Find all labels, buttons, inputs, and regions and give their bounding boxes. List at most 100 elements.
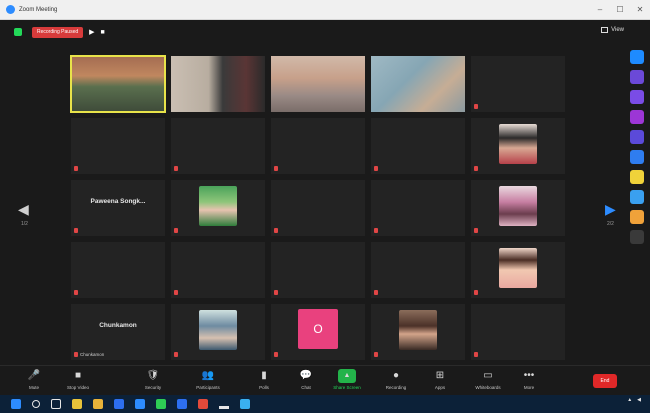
windows-start-icon[interactable]: [11, 399, 21, 409]
participant-tile[interactable]: [70, 55, 166, 113]
file-explorer-icon[interactable]: [93, 399, 103, 409]
muted-mic-icon: [274, 228, 278, 233]
participant-display-name: Paweena Songk...: [90, 198, 146, 205]
participant-caption: [374, 352, 462, 357]
participant-tile[interactable]: [170, 241, 266, 299]
participant-video: [171, 56, 265, 112]
chrome-icon[interactable]: [72, 399, 82, 409]
participant-tile[interactable]: [170, 55, 266, 113]
previous-page-number: 1/2: [21, 221, 28, 227]
window-controls: – ☐ ✕: [594, 4, 646, 15]
participant-tile[interactable]: [70, 117, 166, 175]
participant-tile[interactable]: [70, 241, 166, 299]
participant-tile[interactable]: [170, 179, 266, 237]
search-icon[interactable]: [32, 400, 40, 408]
app-icon-blue[interactable]: [630, 150, 644, 164]
participant-grid: Paweena Songk... Chunkamon Chunkamon O: [70, 55, 567, 361]
participant-tile[interactable]: [270, 241, 366, 299]
previous-page-arrow-icon[interactable]: ◀: [18, 201, 29, 218]
muted-mic-icon: [374, 352, 378, 357]
participant-tile[interactable]: [370, 55, 466, 113]
polls-button[interactable]: ▮ Polls: [242, 369, 286, 390]
app-icon-indigo[interactable]: [630, 130, 644, 144]
participant-tile[interactable]: [370, 241, 466, 299]
store-icon[interactable]: [114, 399, 124, 409]
stop-recording-icon[interactable]: ■: [101, 29, 105, 36]
participant-tile[interactable]: [170, 303, 266, 361]
participant-caption: [174, 166, 262, 171]
app-icon-sky[interactable]: [630, 190, 644, 204]
encryption-shield-icon[interactable]: [14, 28, 22, 36]
teams-icon[interactable]: [240, 399, 250, 409]
muted-mic-icon: [174, 290, 178, 295]
participant-tile[interactable]: O: [270, 303, 366, 361]
end-meeting-button[interactable]: End: [593, 374, 617, 388]
app-taskbar-icon[interactable]: [219, 399, 229, 409]
participant-tile[interactable]: [270, 117, 366, 175]
maximize-button[interactable]: ☐: [614, 4, 626, 15]
volume-icon[interactable]: ◀: [637, 397, 641, 403]
app-icon-purple[interactable]: [630, 70, 644, 84]
participants-button[interactable]: 👥 Participants: [186, 369, 230, 390]
mute-button[interactable]: 🎤 Mute: [12, 369, 56, 390]
whiteboards-icon: ▭: [483, 370, 493, 381]
participant-tile[interactable]: [370, 303, 466, 361]
zoom-apps-icon[interactable]: [630, 50, 644, 64]
participant-tile[interactable]: [270, 55, 366, 113]
muted-mic-icon: [474, 290, 478, 295]
task-view-icon[interactable]: [51, 399, 61, 409]
stop-video-button[interactable]: ■ Stop Video: [56, 369, 100, 390]
muted-mic-icon: [474, 104, 478, 109]
polls-button-label: Polls: [259, 385, 269, 390]
participant-caption: [274, 352, 362, 357]
app-icon-magenta[interactable]: [630, 110, 644, 124]
next-page-number: 2/2: [607, 221, 614, 227]
add-app-icon[interactable]: [630, 230, 644, 244]
view-button-label: View: [611, 27, 624, 33]
window-title: Zoom Meeting: [19, 6, 58, 13]
mail-icon[interactable]: [177, 399, 187, 409]
participant-tile[interactable]: [170, 117, 266, 175]
security-button[interactable]: 🛡 Security: [131, 369, 175, 390]
participant-tile[interactable]: [470, 117, 566, 175]
whiteboards-button[interactable]: ▭ Whiteboards: [466, 369, 510, 390]
participant-tile[interactable]: [470, 303, 566, 361]
photos-icon[interactable]: [198, 399, 208, 409]
app-icon-yellow[interactable]: [630, 170, 644, 184]
network-icon[interactable]: ▲: [627, 397, 632, 403]
system-tray: ▲ ◀: [627, 397, 646, 403]
chat-button[interactable]: 💬 Chat: [284, 369, 328, 390]
gallery-stage: ◀ 1/2 Paweena Songk... Chunkamon Chunkamon…: [0, 43, 650, 365]
resume-recording-icon[interactable]: ▶: [89, 28, 94, 36]
muted-mic-icon: [374, 166, 378, 171]
stop-video-icon: ■: [74, 370, 82, 381]
app-icon-violet[interactable]: [630, 90, 644, 104]
participant-photo: [499, 248, 537, 288]
security-button-label: Security: [144, 385, 162, 390]
participant-tile[interactable]: [470, 179, 566, 237]
app-icon-orange[interactable]: [630, 210, 644, 224]
participant-tile[interactable]: [270, 179, 366, 237]
participant-tile[interactable]: Chunkamon Chunkamon: [70, 303, 166, 361]
muted-mic-icon: [174, 166, 178, 171]
chat-button-label: Chat: [301, 385, 311, 390]
participant-tile[interactable]: [370, 179, 466, 237]
record-button[interactable]: ● Recording: [374, 369, 418, 390]
participant-tile[interactable]: [470, 55, 566, 113]
mute-icon: 🎤: [27, 370, 41, 381]
participant-tile[interactable]: [370, 117, 466, 175]
more-button-label: More: [523, 385, 535, 390]
close-button[interactable]: ✕: [634, 4, 646, 15]
more-button[interactable]: ••• More: [507, 369, 551, 390]
view-button[interactable]: View: [601, 27, 624, 33]
muted-mic-icon: [274, 290, 278, 295]
participant-tile[interactable]: [470, 241, 566, 299]
share-screen-button[interactable]: ▲ Share Screen: [325, 369, 369, 390]
line-icon[interactable]: [156, 399, 166, 409]
apps-button[interactable]: ⊞ Apps: [418, 369, 462, 390]
next-page-arrow-icon[interactable]: ▶: [605, 201, 616, 218]
participant-tile[interactable]: Paweena Songk...: [70, 179, 166, 237]
side-apps-column: [626, 50, 648, 244]
zoom-taskbar-icon[interactable]: [135, 399, 145, 409]
minimize-button[interactable]: –: [594, 4, 606, 15]
